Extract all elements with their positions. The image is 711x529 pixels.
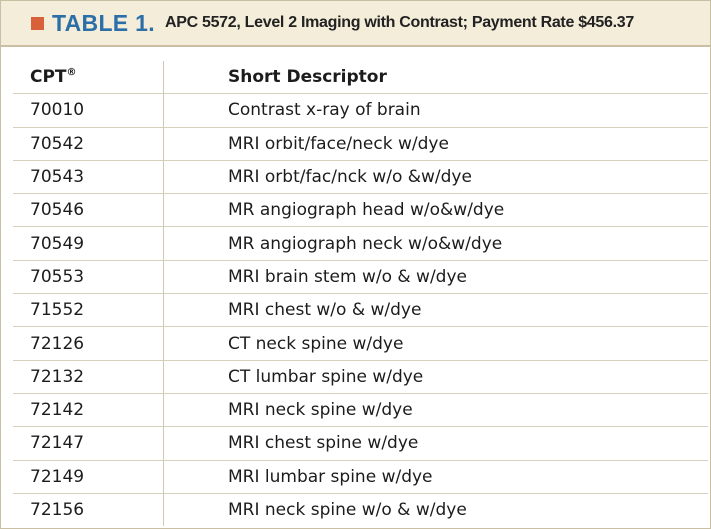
descriptor-cell: MR angiograph head w/o&w/dye [163, 193, 708, 227]
square-bullet-icon [31, 16, 44, 30]
descriptor-cell: Contrast x-ray of brain [163, 93, 708, 128]
table-row: 72142 MRI neck spine w/dye [13, 392, 708, 427]
cpt-table: CPT® Short Descriptor 70010 Contrast x-ra… [13, 61, 708, 527]
header-cpt-label: CPT [30, 67, 67, 88]
cpt-code-cell: 70010 [13, 93, 164, 128]
table-body: 70010 Contrast x-ray of brain 70542 MRI orb… [13, 93, 708, 527]
descriptor-cell: MRI chest w/o & w/dye [163, 293, 708, 327]
table-title-bar: TABLE 1. APC 5572, Level 2 Imaging with … [1, 1, 710, 47]
descriptor-cell: MRI orbt/fac/nck w/o &w/dye [163, 159, 708, 194]
descriptor-cell: CT neck spine w/dye [163, 326, 708, 361]
cpt-code-cell: 72156 [13, 492, 164, 527]
cpt-code-cell: 70546 [13, 193, 164, 227]
table-row: 70010 Contrast x-ray of brain [13, 93, 708, 128]
registered-mark: ® [66, 67, 77, 79]
table-row: 70546 MR angiograph head w/o&w/dye [13, 193, 708, 227]
table-number-label: TABLE 1. [52, 9, 155, 36]
descriptor-cell: MRI brain stem w/o & w/dye [163, 259, 708, 294]
cpt-code-cell: 70553 [13, 259, 164, 294]
table-row: 72149 MRI lumbar spine w/dye [13, 459, 708, 494]
descriptor-cell: MRI neck spine w/o & w/dye [163, 492, 708, 527]
cpt-code-cell: 72142 [13, 392, 164, 427]
table-row: 70543 MRI orbt/fac/nck w/o &w/dye [13, 159, 708, 194]
cpt-code-cell: 72149 [13, 459, 164, 494]
table-row: 72126 CT neck spine w/dye [13, 326, 708, 361]
table-row: 72156 MRI neck spine w/o & w/dye [13, 492, 708, 527]
table-row: 72132 CT lumbar spine w/dye [13, 359, 708, 394]
cpt-code-cell: 71552 [13, 293, 164, 327]
descriptor-cell: MRI neck spine w/dye [163, 392, 708, 427]
cpt-code-cell: 70542 [13, 126, 164, 161]
table-header-row: CPT® Short Descriptor [13, 61, 708, 94]
table-row: 70542 MRI orbit/face/neck w/dye [13, 126, 708, 161]
descriptor-cell: MR angiograph neck w/o&w/dye [163, 226, 708, 261]
table-caption: APC 5572, Level 2 Imaging with Contrast;… [164, 14, 634, 31]
table-row: 70553 MRI brain stem w/o & w/dye [13, 259, 708, 294]
cpt-code-cell: 72147 [13, 426, 164, 461]
cpt-code-cell: 72126 [13, 326, 164, 361]
table-row: 71552 MRI chest w/o & w/dye [13, 293, 708, 327]
header-short-descriptor: Short Descriptor [228, 67, 387, 88]
cpt-code-cell: 70543 [13, 159, 164, 194]
header-cpt: CPT® [13, 61, 164, 94]
descriptor-cell: CT lumbar spine w/dye [163, 359, 708, 394]
cpt-code-cell: 72132 [13, 359, 164, 394]
table-row: 70549 MR angiograph neck w/o&w/dye [13, 226, 708, 261]
descriptor-cell: MRI orbit/face/neck w/dye [163, 126, 708, 161]
cpt-code-cell: 70549 [13, 226, 164, 261]
descriptor-cell: MRI lumbar spine w/dye [163, 459, 708, 494]
table-row: 72147 MRI chest spine w/dye [13, 426, 708, 461]
table-figure: TABLE 1. APC 5572, Level 2 Imaging with … [0, 0, 711, 529]
descriptor-cell: MRI chest spine w/dye [163, 426, 708, 461]
